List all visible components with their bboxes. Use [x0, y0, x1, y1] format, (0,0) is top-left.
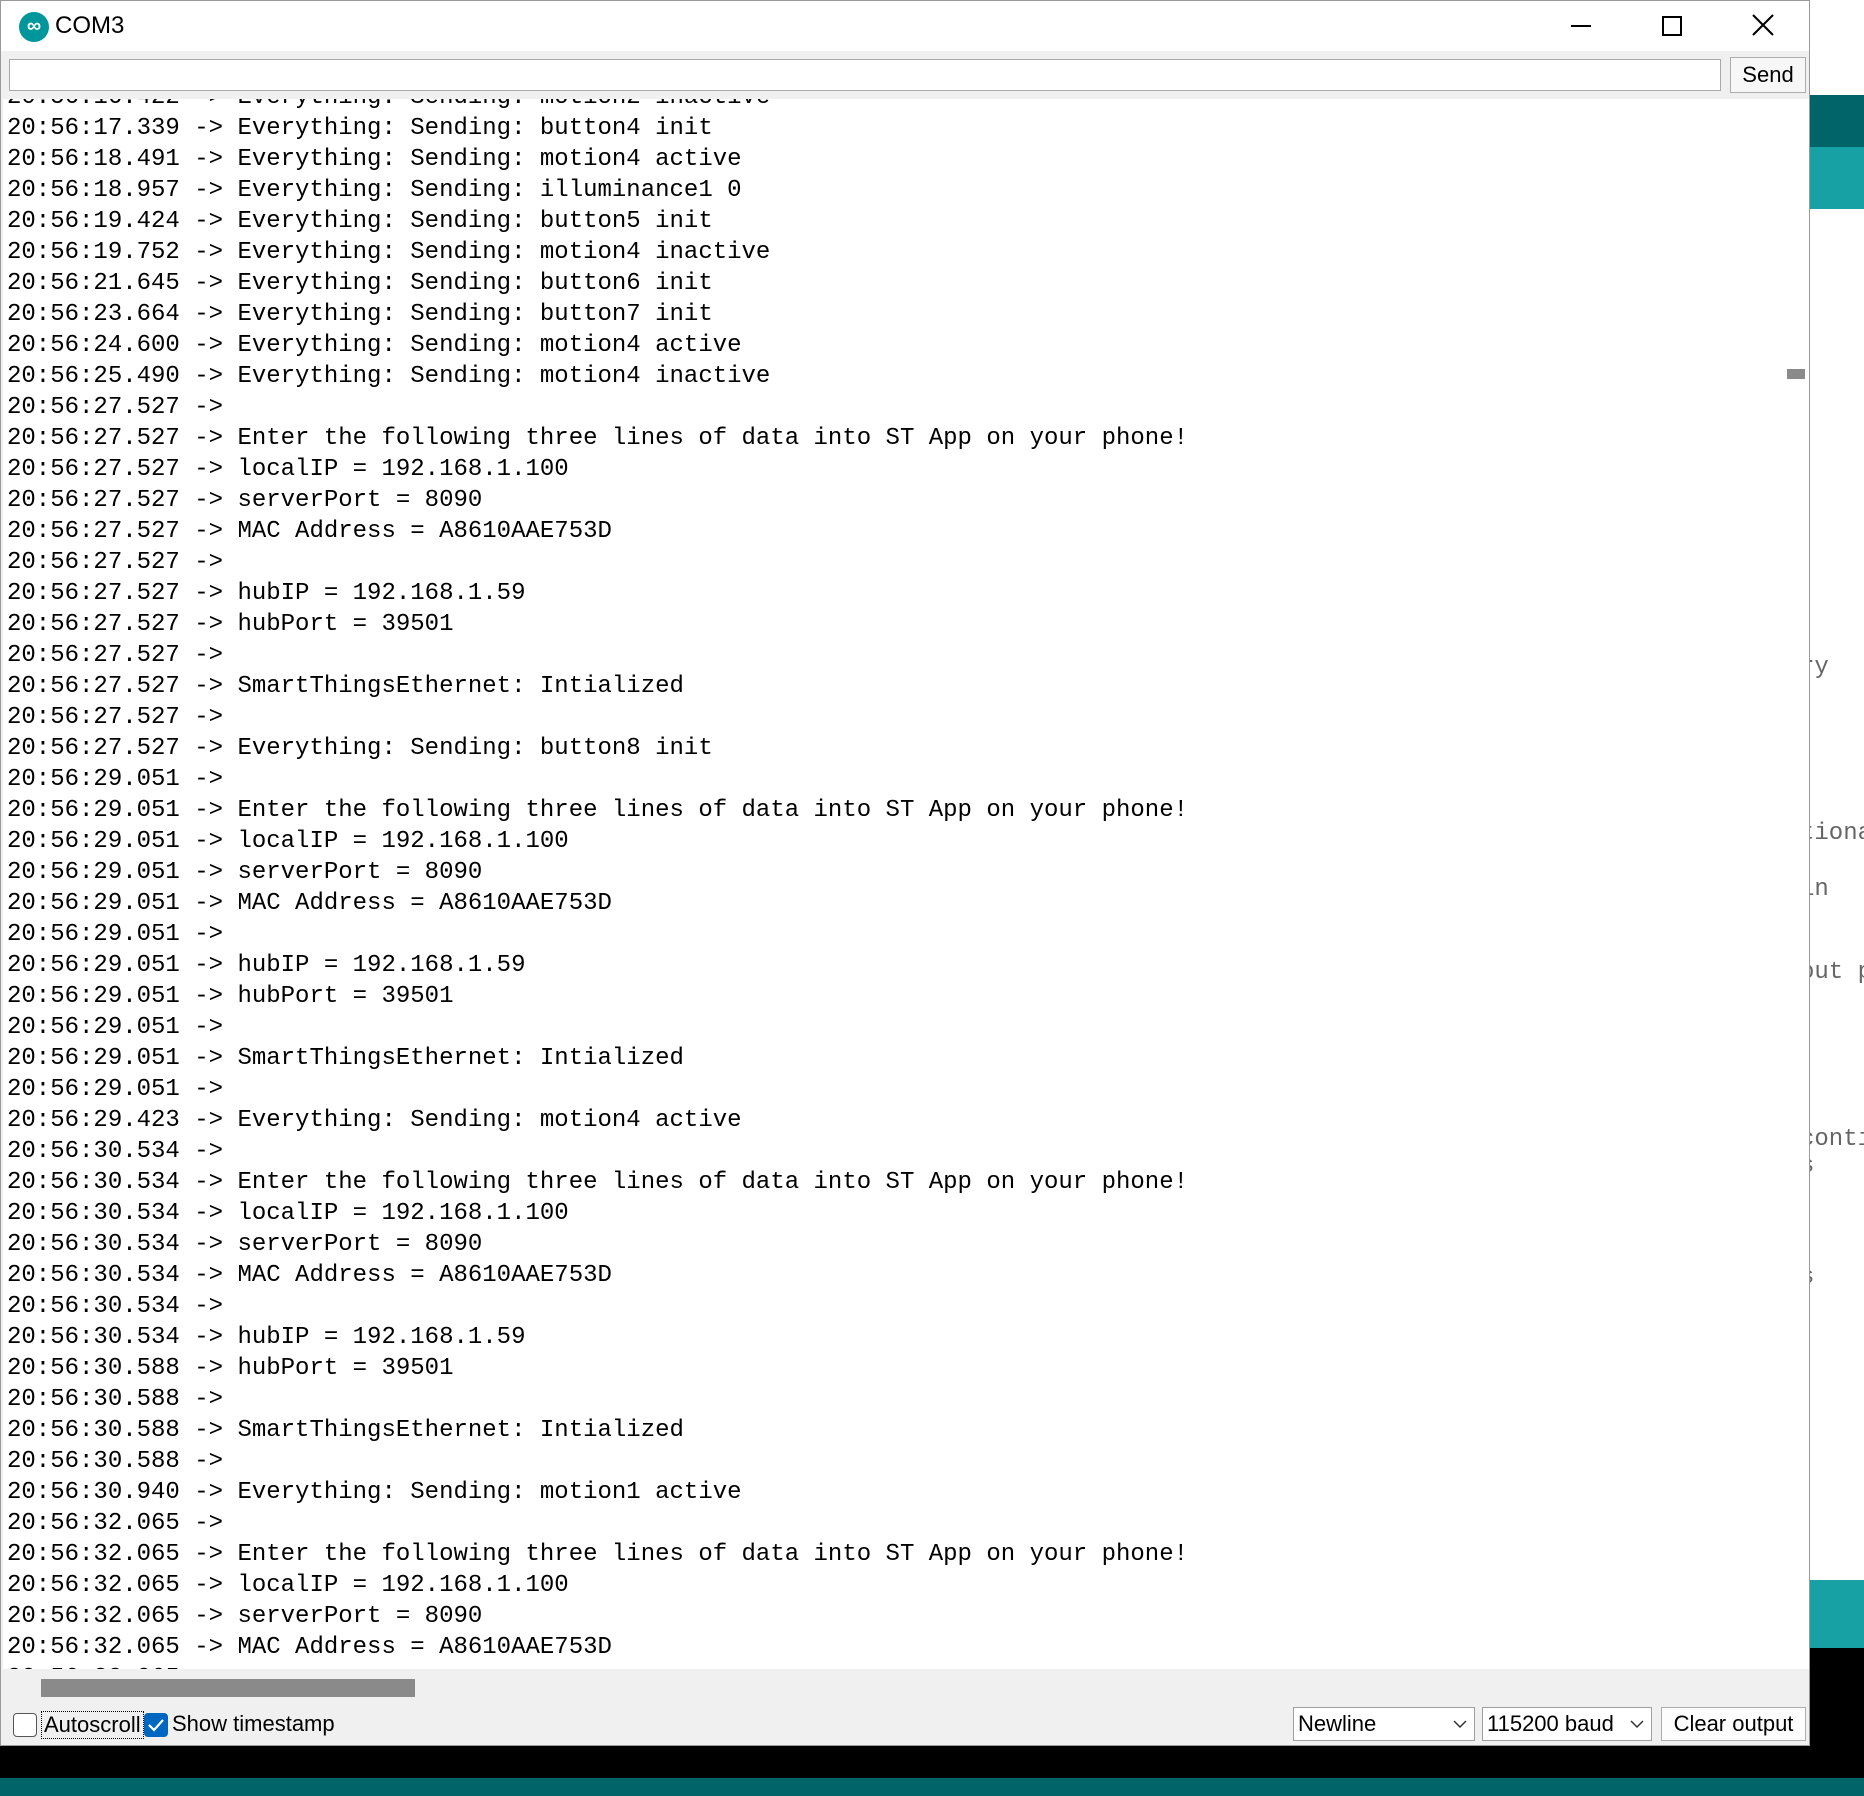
serial-monitor-window: ∞ COM3 Send 20:56:16.422 -> Everything: … [0, 0, 1810, 1746]
log-line: 20:56:16.422 -> Everything: Sending: mot… [7, 99, 1188, 113]
log-line: 20:56:29.051 -> serverPort = 8090 [7, 859, 483, 886]
log-line: 20:56:30.940 -> Everything: Sending: mot… [7, 1479, 742, 1506]
send-button[interactable]: Send [1730, 57, 1806, 93]
log-line: 20:56:30.588 -> [7, 1386, 238, 1413]
vertical-scrollbar-thumb[interactable] [1787, 369, 1805, 379]
autoscroll-label[interactable]: Autoscroll [41, 1711, 144, 1739]
log-line: 20:56:27.527 -> hubIP = 192.168.1.59 [7, 580, 526, 607]
log-line: 20:56:29.051 -> hubIP = 192.168.1.59 [7, 952, 526, 979]
maximize-button[interactable] [1626, 1, 1718, 51]
log-line: 20:56:32.065 -> serverPort = 8090 [7, 1603, 483, 1630]
log-line: 20:56:30.534 -> MAC Address = A8610AAE75… [7, 1262, 612, 1289]
checkmark-icon [148, 1719, 164, 1732]
bottom-bar: Autoscroll Show timestamp Newline 115200… [1, 1705, 1809, 1745]
log-line: 20:56:19.752 -> Everything: Sending: mot… [7, 239, 771, 266]
minimize-icon [1571, 25, 1591, 27]
log-line: 20:56:24.600 -> Everything: Sending: mot… [7, 332, 742, 359]
log-line: 20:56:21.645 -> Everything: Sending: but… [7, 270, 713, 297]
log-line: 20:56:32.065 -> Enter the following thre… [7, 1541, 1188, 1568]
log-line: 20:56:29.051 -> MAC Address = A8610AAE75… [7, 890, 612, 917]
baud-rate-select[interactable]: 115200 baud [1482, 1707, 1652, 1741]
log-line: 20:56:29.051 -> SmartThingsEthernet: Int… [7, 1045, 684, 1072]
log-line: 20:56:29.051 -> [7, 1076, 238, 1103]
horizontal-scrollbar[interactable] [3, 1671, 1779, 1703]
show-timestamp-checkbox[interactable] [144, 1713, 168, 1737]
log-line: 20:56:30.588 -> [7, 1448, 238, 1475]
baud-rate-value: 115200 baud [1487, 1711, 1614, 1736]
log-line: 20:56:18.957 -> Everything: Sending: ill… [7, 177, 742, 204]
title-bar[interactable]: ∞ COM3 [1, 1, 1809, 51]
log-line: 20:56:27.527 -> [7, 394, 238, 421]
log-line: 20:56:29.051 -> hubPort = 39501 [7, 983, 454, 1010]
log-line: 20:56:30.534 -> localIP = 192.168.1.100 [7, 1200, 569, 1227]
vertical-scrollbar[interactable] [1779, 99, 1809, 1669]
log-line: 20:56:27.527 -> [7, 549, 238, 576]
send-row: Send [1, 53, 1809, 97]
chevron-down-icon [1452, 1708, 1468, 1749]
log-line: 20:56:32.065 -> [7, 1510, 238, 1537]
log-line: 20:56:19.424 -> Everything: Sending: but… [7, 208, 713, 235]
line-ending-value: Newline [1298, 1711, 1377, 1736]
log-line: 20:56:30.534 -> hubIP = 192.168.1.59 [7, 1324, 526, 1351]
log-line: 20:56:32.065 -> localIP = 192.168.1.100 [7, 1572, 569, 1599]
show-timestamp-label[interactable]: Show timestamp [172, 1711, 335, 1737]
log-line: 20:56:27.527 -> [7, 642, 238, 669]
autoscroll-checkbox[interactable] [13, 1713, 37, 1737]
send-input[interactable] [9, 59, 1721, 91]
window-title: COM3 [55, 12, 125, 39]
log-line: 20:56:30.588 -> SmartThingsEthernet: Int… [7, 1417, 684, 1444]
log-line: 20:56:27.527 -> SmartThingsEthernet: Int… [7, 673, 684, 700]
maximize-icon [1662, 16, 1682, 36]
ide-status-bar [0, 1778, 1864, 1796]
line-ending-select[interactable]: Newline [1293, 1707, 1475, 1741]
log-line: 20:56:27.527 -> hubPort = 39501 [7, 611, 454, 638]
serial-output[interactable]: 20:56:16.422 -> Everything: Sending: mot… [3, 99, 1779, 1669]
log-line: 20:56:30.588 -> hubPort = 39501 [7, 1355, 454, 1382]
log-lines: 20:56:16.422 -> Everything: Sending: mot… [7, 99, 1188, 1669]
log-line: 20:56:27.527 -> Everything: Sending: but… [7, 735, 713, 762]
log-line: 20:56:32.065 -> [7, 1663, 1188, 1669]
log-line: 20:56:29.423 -> Everything: Sending: mot… [7, 1107, 742, 1134]
log-line: 20:56:17.339 -> Everything: Sending: but… [7, 115, 713, 142]
chevron-down-icon [1629, 1708, 1645, 1749]
log-line: 20:56:30.534 -> [7, 1293, 238, 1320]
log-line: 20:56:25.490 -> Everything: Sending: mot… [7, 363, 771, 390]
arduino-logo-icon: ∞ [19, 12, 49, 42]
log-line: 20:56:29.051 -> [7, 766, 238, 793]
log-line: 20:56:30.534 -> [7, 1138, 238, 1165]
log-line: 20:56:27.527 -> MAC Address = A8610AAE75… [7, 518, 612, 545]
horizontal-scrollbar-thumb[interactable] [41, 1679, 415, 1697]
log-line: 20:56:29.051 -> [7, 921, 238, 948]
log-line: 20:56:27.527 -> localIP = 192.168.1.100 [7, 456, 569, 483]
log-line: 20:56:29.051 -> localIP = 192.168.1.100 [7, 828, 569, 855]
log-line: 20:56:29.051 -> [7, 1014, 238, 1041]
log-line: 20:56:32.065 -> MAC Address = A8610AAE75… [7, 1634, 612, 1661]
log-line: 20:56:27.527 -> serverPort = 8090 [7, 487, 483, 514]
log-line: 20:56:18.491 -> Everything: Sending: mot… [7, 146, 742, 173]
close-button[interactable] [1717, 1, 1809, 51]
close-icon [1752, 14, 1774, 36]
log-line: 20:56:27.527 -> [7, 704, 238, 731]
log-line: 20:56:30.534 -> Enter the following thre… [7, 1169, 1188, 1196]
log-line: 20:56:23.664 -> Everything: Sending: but… [7, 301, 713, 328]
log-line: 20:56:27.527 -> Enter the following thre… [7, 425, 1188, 452]
log-line: 20:56:29.051 -> Enter the following thre… [7, 797, 1188, 824]
clear-output-button[interactable]: Clear output [1661, 1707, 1806, 1741]
minimize-button[interactable] [1535, 1, 1627, 51]
log-line: 20:56:30.534 -> serverPort = 8090 [7, 1231, 483, 1258]
